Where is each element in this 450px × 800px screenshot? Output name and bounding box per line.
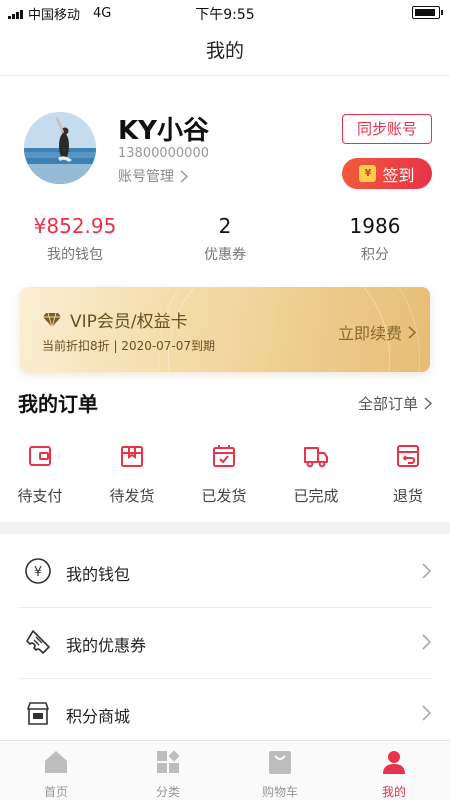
return-icon bbox=[397, 445, 419, 467]
tab-cart-label: 购物车 bbox=[261, 785, 298, 799]
order-completed-label: 已完成 bbox=[293, 487, 339, 505]
stat-wallet-value: ¥852.95 bbox=[33, 214, 117, 238]
home-icon bbox=[45, 751, 67, 773]
box-icon bbox=[121, 446, 143, 467]
stat-coupons-label: 优惠券 bbox=[204, 247, 246, 263]
calendar-check-icon bbox=[213, 445, 235, 467]
vip-card[interactable]: VIP会员/权益卡 当前折扣8折 | 2020-07-07到期 立即续费 bbox=[20, 287, 430, 372]
order-pending-shipment[interactable]: 待发货 bbox=[97, 443, 167, 506]
order-shipped-label: 已发货 bbox=[201, 487, 247, 505]
account-management-link[interactable]: 账号管理 bbox=[118, 166, 188, 186]
status-time: 下午9:55 bbox=[195, 7, 255, 23]
shop-icon bbox=[27, 702, 49, 725]
chevron-right-icon bbox=[424, 397, 432, 410]
avatar-image bbox=[24, 112, 96, 184]
wallet-icon bbox=[29, 446, 51, 466]
svg-text:¥: ¥ bbox=[34, 565, 42, 580]
vip-title: VIP会员/权益卡 bbox=[42, 307, 188, 332]
tab-bar: 首页 分类 购物车 我的 bbox=[0, 740, 450, 800]
stats-row: ¥852.95 我的钱包 2 优惠券 1986 积分 bbox=[0, 214, 450, 270]
menu-item-coupons-label: 我的优惠券 bbox=[66, 636, 147, 655]
signin-label: 签到 bbox=[382, 165, 415, 185]
profile-name: KY小谷 bbox=[118, 116, 209, 146]
truck-icon bbox=[304, 447, 328, 468]
menu-item-wallet-label: 我的钱包 bbox=[66, 565, 131, 584]
page-title: 我的 bbox=[0, 26, 450, 76]
tab-home-label: 首页 bbox=[43, 785, 68, 799]
tab-category[interactable]: 分类 bbox=[112, 749, 224, 800]
avatar[interactable] bbox=[24, 112, 96, 184]
order-return-label: 退货 bbox=[392, 487, 423, 505]
menu-item-wallet[interactable]: ¥ 我的钱包 bbox=[18, 536, 432, 608]
order-shipped[interactable]: 已发货 bbox=[189, 443, 259, 506]
diamond-icon bbox=[43, 312, 61, 328]
menu-item-coupons[interactable]: 我的优惠券 bbox=[18, 607, 432, 679]
account-link-label: 账号管理 bbox=[118, 169, 174, 185]
vip-title-text: VIP会员/权益卡 bbox=[70, 312, 188, 332]
category-icon bbox=[157, 750, 180, 773]
stat-points[interactable]: 1986 积分 bbox=[300, 214, 450, 264]
order-return[interactable]: 退货 bbox=[373, 443, 443, 506]
tab-mine[interactable]: 我的 bbox=[338, 749, 450, 800]
user-icon bbox=[383, 751, 405, 774]
stat-coupons-value: 2 bbox=[218, 214, 232, 238]
chevron-right-icon bbox=[422, 705, 432, 721]
stat-coupons[interactable]: 2 优惠券 bbox=[150, 214, 300, 264]
stat-points-label: 积分 bbox=[361, 247, 389, 263]
ticket-icon bbox=[26, 630, 50, 654]
yuan-circle-icon: ¥ bbox=[25, 558, 51, 584]
profile-phone: 13800000000 bbox=[118, 146, 209, 161]
status-bar: 中国移动 4G 下午9:55 bbox=[0, 0, 450, 26]
chevron-right-icon bbox=[422, 634, 432, 650]
all-orders-label: 全部订单 bbox=[357, 395, 418, 413]
order-pending-payment-label: 待支付 bbox=[17, 487, 63, 505]
signin-button[interactable]: ¥ 签到 bbox=[342, 158, 432, 189]
orders-title: 我的订单 bbox=[18, 392, 98, 416]
vip-subtitle: 当前折扣8折 | 2020-07-07到期 bbox=[42, 339, 216, 353]
order-pending-payment[interactable]: 待支付 bbox=[5, 443, 75, 506]
sync-account-button[interactable]: 同步账号 bbox=[342, 114, 432, 144]
tab-mine-label: 我的 bbox=[381, 785, 406, 799]
section-divider bbox=[0, 522, 450, 534]
chevron-right-icon bbox=[422, 563, 432, 579]
vip-renew-label: 立即续费 bbox=[337, 324, 402, 343]
chevron-right-icon bbox=[180, 169, 188, 183]
stat-points-value: 1986 bbox=[349, 214, 401, 238]
tab-category-label: 分类 bbox=[155, 785, 180, 799]
chevron-right-icon bbox=[408, 325, 416, 339]
battery-icon bbox=[412, 6, 443, 19]
signin-icon: ¥ bbox=[359, 165, 377, 182]
vip-renew-button[interactable]: 立即续费 bbox=[338, 320, 416, 344]
order-completed[interactable]: 已完成 bbox=[281, 443, 351, 506]
cart-icon bbox=[269, 751, 291, 774]
tab-cart[interactable]: 购物车 bbox=[224, 749, 336, 800]
stat-wallet[interactable]: ¥852.95 我的钱包 bbox=[0, 214, 150, 264]
all-orders-link[interactable]: 全部订单 bbox=[358, 393, 432, 414]
menu-item-points-mall-label: 积分商城 bbox=[66, 707, 131, 726]
stat-wallet-label: 我的钱包 bbox=[47, 247, 103, 263]
tab-home[interactable]: 首页 bbox=[0, 749, 112, 800]
order-pending-shipment-label: 待发货 bbox=[109, 487, 155, 505]
